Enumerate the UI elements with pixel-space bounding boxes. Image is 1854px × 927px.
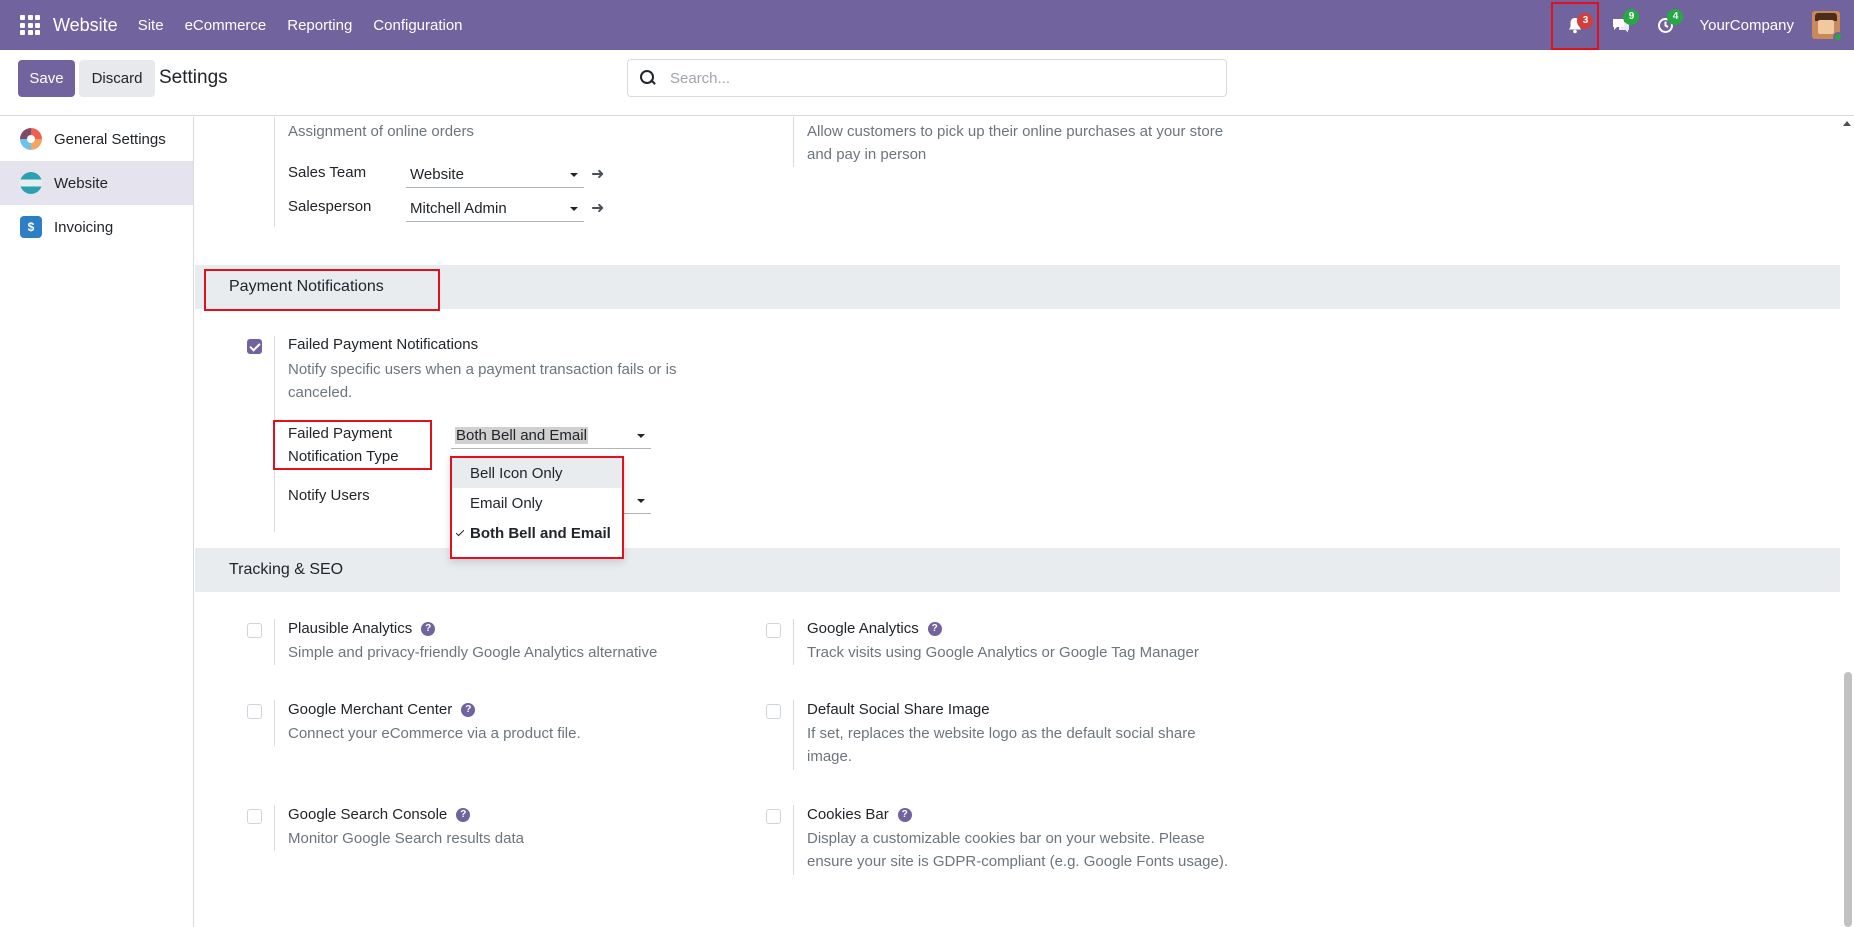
setting-title-text: Plausible Analytics (288, 620, 413, 637)
sales-team-external-link-icon[interactable]: ➜ (591, 164, 604, 184)
google-search-console-description: Monitor Google Search results data (288, 830, 524, 847)
google-analytics-description: Track visits using Google Analytics or G… (807, 644, 1199, 661)
activity-count-badge: 3 (1577, 12, 1594, 29)
tracking-seo-title: Tracking & SEO (229, 561, 344, 578)
sidebar-item-invoicing[interactable]: $ Invoicing (0, 205, 193, 249)
salesperson-external-link-icon[interactable]: ➜ (591, 198, 604, 218)
plausible-analytics-title: Plausible Analytics ? (288, 620, 436, 637)
search-input[interactable] (670, 69, 1210, 87)
sidebar-item-website[interactable]: Website (0, 161, 193, 205)
option-bell-icon-only[interactable]: Bell Icon Only (452, 458, 622, 488)
search-icon (640, 70, 656, 86)
help-icon[interactable]: ? (927, 621, 942, 636)
scroll-up-arrow-icon[interactable] (1843, 121, 1851, 126)
discard-button[interactable]: Discard (79, 60, 155, 97)
help-icon[interactable]: ? (421, 621, 436, 636)
breadcrumb: Settings (159, 67, 228, 88)
sales-team-value: Website (410, 166, 464, 183)
google-analytics-checkbox[interactable] (766, 623, 781, 638)
payment-notifications-section-header: Payment Notifications (195, 265, 1840, 309)
search-bar (627, 59, 1227, 97)
option-email-only[interactable]: Email Only (452, 488, 622, 518)
plausible-analytics-checkbox[interactable] (247, 623, 262, 638)
assignment-description: Assignment of online orders (288, 123, 474, 140)
google-merchant-center-checkbox[interactable] (247, 704, 262, 719)
timer-count-badge: 4 (1667, 9, 1684, 25)
cookies-bar-checkbox[interactable] (766, 809, 781, 824)
failed-payment-notifications-description: Notify specific users when a payment tra… (288, 361, 677, 401)
setting-title-text: Google Analytics (807, 620, 919, 637)
settings-sidebar: General Settings Website $ Invoicing (0, 117, 194, 927)
google-analytics-title: Google Analytics ? (807, 620, 942, 637)
chevron-down-icon (570, 173, 578, 177)
user-avatar[interactable] (1812, 11, 1843, 42)
help-icon[interactable]: ? (897, 807, 912, 822)
messages-count-badge: 9 (1623, 9, 1640, 25)
timer-button[interactable]: 4 (1643, 0, 1687, 50)
menu-configuration[interactable]: Configuration (373, 17, 462, 34)
help-icon[interactable]: ? (456, 807, 471, 822)
scrollbar-thumb[interactable] (1844, 672, 1852, 927)
check-icon (455, 527, 465, 537)
pickup-description: Allow customers to pick up their online … (807, 123, 1224, 163)
messages-button[interactable]: 9 (1599, 0, 1643, 50)
default-social-share-image-title: Default Social Share Image (807, 701, 990, 718)
menu-ecommerce[interactable]: eCommerce (185, 17, 267, 34)
sidebar-item-label: Website (54, 174, 108, 192)
sidebar-item-general-settings[interactable]: General Settings (0, 117, 193, 161)
setting-title-text: Google Merchant Center (288, 701, 453, 718)
menu-site[interactable]: Site (138, 17, 164, 34)
sales-team-label: Sales Team (288, 164, 367, 181)
sales-team-select[interactable]: Website (406, 162, 584, 188)
option-both-bell-and-email[interactable]: Both Bell and Email (452, 518, 622, 548)
setting-title-text: Google Search Console (288, 806, 448, 823)
cookies-bar-title: Cookies Bar ? (807, 806, 912, 823)
app-title[interactable]: Website (53, 15, 118, 36)
main-menu: Site eCommerce Reporting Configuration (138, 17, 484, 34)
default-social-share-image-checkbox[interactable] (766, 704, 781, 719)
chevron-down-icon (637, 434, 645, 438)
salesperson-label: Salesperson (288, 198, 372, 215)
sidebar-item-label: General Settings (54, 130, 166, 148)
company-switcher[interactable]: YourCompany (1699, 17, 1794, 34)
systray: 3 9 4 YourCompany (1551, 0, 1854, 50)
app-switcher-icon[interactable] (20, 15, 40, 35)
invoicing-app-icon: $ (20, 216, 42, 238)
control-panel: Save Discard Settings (0, 50, 1854, 116)
google-search-console-checkbox[interactable] (247, 809, 262, 824)
sidebar-item-label: Invoicing (54, 218, 114, 236)
menu-reporting[interactable]: Reporting (287, 17, 352, 34)
general-settings-icon (20, 128, 42, 150)
failed-payment-notifications-title: Failed Payment Notifications (288, 336, 479, 353)
notification-type-dropdown: Bell Icon Only Email Only Both Bell and … (450, 456, 624, 559)
google-merchant-center-title: Google Merchant Center ? (288, 701, 476, 718)
google-merchant-center-description: Connect your eCommerce via a product fil… (288, 725, 581, 742)
highlight-box (204, 269, 440, 311)
save-button[interactable]: Save (18, 60, 75, 97)
plausible-analytics-description: Simple and privacy-friendly Google Analy… (288, 644, 658, 661)
salesperson-value: Mitchell Admin (410, 200, 507, 217)
highlight-box (273, 420, 432, 470)
default-social-share-image-description: If set, replaces the website logo as the… (807, 725, 1196, 765)
notification-type-value: Both Bell and Email (455, 427, 588, 444)
activity-bell-button[interactable]: 3 (1551, 1, 1600, 50)
failed-payment-notifications-checkbox[interactable] (247, 339, 262, 354)
setting-title-text: Cookies Bar (807, 806, 889, 823)
notify-users-label: Notify Users (288, 487, 370, 504)
top-navbar: Website Site eCommerce Reporting Configu… (0, 0, 1854, 50)
website-app-icon (20, 172, 42, 194)
option-label: Both Bell and Email (470, 524, 611, 542)
chevron-down-icon (637, 499, 645, 503)
salesperson-select[interactable]: Mitchell Admin (406, 196, 584, 222)
settings-content: Assignment of online orders Sales Team W… (195, 117, 1840, 927)
google-search-console-title: Google Search Console ? (288, 806, 471, 823)
help-icon[interactable]: ? (461, 702, 476, 717)
online-status-dot (1833, 32, 1843, 42)
chevron-down-icon (570, 207, 578, 211)
cookies-bar-description: Display a customizable cookies bar on yo… (807, 830, 1229, 870)
tracking-seo-section-header: Tracking & SEO (195, 548, 1840, 592)
notification-type-select[interactable]: Both Bell and Email (451, 423, 651, 449)
